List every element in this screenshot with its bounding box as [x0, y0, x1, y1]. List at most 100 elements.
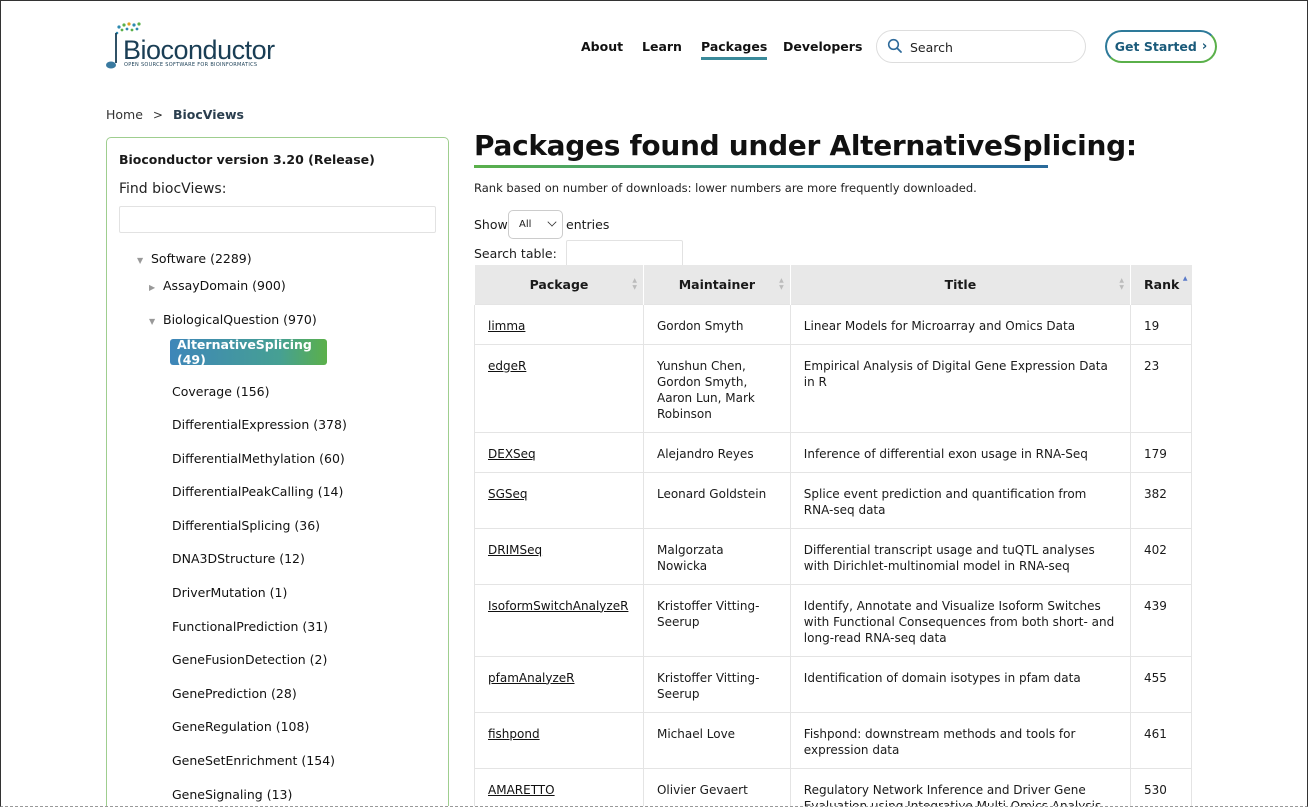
cell-maintainer: Kristoffer Vitting-Seerup — [642, 655, 791, 713]
cell-package: pfamAnalyzeR — [474, 655, 644, 713]
cell-title: Splice event prediction and quantificati… — [789, 471, 1132, 529]
tree-node-functionalprediction[interactable]: FunctionalPrediction (31) — [172, 619, 328, 634]
get-started-label: Get Started — [1114, 39, 1197, 54]
package-link[interactable]: IsoformSwitchAnalyzeR — [488, 599, 628, 613]
tree-node-software[interactable]: ▼ Software (2289) — [137, 251, 252, 266]
package-link[interactable]: pfamAnalyzeR — [488, 671, 575, 685]
package-link[interactable]: fishpond — [488, 727, 540, 741]
cell-package: DEXSeq — [474, 431, 644, 473]
bioconductor-logo[interactable]: Bioconductor OPEN SOURCE SOFTWARE FOR BI… — [105, 21, 275, 71]
search-input[interactable] — [910, 38, 1075, 56]
tree-node-drivermutation[interactable]: DriverMutation (1) — [172, 585, 287, 600]
cell-title: Fishpond: downstream methods and tools f… — [789, 711, 1132, 769]
cell-rank: 461 — [1130, 711, 1192, 769]
packages-table: Package ▲ ▼ Maintainer ▲ ▼ Title ▲ ▼ Rank ▲ lim… — [474, 265, 1192, 806]
breadcrumb-home[interactable]: Home — [106, 107, 143, 122]
package-link[interactable]: DEXSeq — [488, 447, 536, 461]
column-header-rank[interactable]: Rank ▲ — [1130, 265, 1192, 304]
tree-node-generegulation[interactable]: GeneRegulation (108) — [172, 719, 309, 734]
tree-node-alternativesplicing-selected[interactable]: AlternativeSplicing (49) — [170, 337, 327, 367]
nav-packages[interactable]: Packages — [701, 39, 768, 60]
nav-developers[interactable]: Developers — [783, 39, 862, 54]
tree-node-differentialmethylation[interactable]: DifferentialMethylation (60) — [172, 451, 345, 466]
cell-package: limma — [474, 303, 644, 345]
cell-maintainer: Kristoffer Vitting-Seerup — [642, 583, 791, 657]
show-label: Show — [474, 217, 508, 232]
package-link[interactable]: limma — [488, 319, 525, 333]
cell-title: Inference of differential exon usage in … — [789, 431, 1132, 473]
table-row: IsoformSwitchAnalyzeR Kristoffer Vitting-… — [474, 583, 1192, 657]
cell-rank: 19 — [1130, 303, 1192, 345]
tree-node-geneprediction[interactable]: GenePrediction (28) — [172, 686, 297, 701]
tree-node-genesignaling[interactable]: GeneSignaling (13) — [172, 787, 292, 802]
package-link[interactable]: AMARETTO — [488, 783, 555, 797]
cell-title: Linear Models for Microarray and Omics D… — [789, 303, 1132, 345]
cell-package: IsoformSwitchAnalyzeR — [474, 583, 644, 657]
cell-title: Identification of domain isotypes in pfa… — [789, 655, 1132, 713]
cell-title: Empirical Analysis of Digital Gene Expre… — [789, 343, 1132, 433]
cell-package: AMARETTO — [474, 767, 644, 806]
find-biocviews-input[interactable] — [119, 206, 436, 233]
tree-node-label: BiologicalQuestion (970) — [163, 312, 317, 327]
cell-rank: 382 — [1130, 471, 1192, 529]
cell-rank: 23 — [1130, 343, 1192, 433]
cell-maintainer: Leonard Goldstein — [642, 471, 791, 529]
breadcrumb: Home > BiocViews — [106, 107, 244, 122]
cell-package: DRIMSeq — [474, 527, 644, 585]
entries-select[interactable]: All — [508, 210, 563, 239]
cell-maintainer: Michael Love — [642, 711, 791, 769]
cell-package: fishpond — [474, 711, 644, 769]
tree-node-differentialsplicing[interactable]: DifferentialSplicing (36) — [172, 518, 320, 533]
cell-maintainer: Alejandro Reyes — [642, 431, 791, 473]
collapsed-triangle-icon: ▶ — [149, 283, 156, 292]
logo-tagline: OPEN SOURCE SOFTWARE FOR BIOINFORMATICS — [124, 62, 258, 68]
table-row: fishpond Michael Love Fishpond: downstream… — [474, 711, 1192, 769]
find-biocviews-label: Find biocViews: — [119, 181, 227, 197]
page: Bioconductor OPEN SOURCE SOFTWARE FOR BI… — [0, 0, 1308, 807]
tree-node-assaydomain[interactable]: ▶ AssayDomain (900) — [149, 278, 286, 293]
cell-maintainer: Gordon Smyth — [642, 303, 791, 345]
expanded-triangle-icon: ▼ — [137, 256, 144, 265]
bioconductor-version: Bioconductor version 3.20 (Release) — [119, 152, 375, 167]
nav-about[interactable]: About — [581, 39, 623, 54]
cell-package: SGSeq — [474, 471, 644, 529]
sort-icon: ▲ ▼ — [632, 277, 637, 291]
package-link[interactable]: SGSeq — [488, 487, 528, 501]
package-link[interactable]: edgeR — [488, 359, 526, 373]
tree-node-differentialpeakcalling[interactable]: DifferentialPeakCalling (14) — [172, 484, 343, 499]
tree-node-genesetenrichment[interactable]: GeneSetEnrichment (154) — [172, 753, 335, 768]
table-row: AMARETTO Olivier Gevaert Regulatory Networ… — [474, 767, 1192, 806]
tree-node-biologicalquestion[interactable]: ▼ BiologicalQuestion (970) — [149, 312, 317, 327]
table-row: SGSeq Leonard Goldstein Splice event predi… — [474, 471, 1192, 529]
table-row: edgeR Yunshun Chen, Gordon Smyth, Aaron L… — [474, 343, 1192, 433]
tree-node-differentialexpression[interactable]: DifferentialExpression (378) — [172, 417, 347, 432]
entries-label: entries — [566, 217, 610, 232]
table-row: DEXSeq Alejandro Reyes Inference of differ… — [474, 431, 1192, 473]
column-header-title[interactable]: Title ▲ ▼ — [789, 265, 1131, 304]
site-search[interactable] — [876, 30, 1086, 63]
sort-icon: ▲ ▼ — [779, 277, 784, 291]
search-table-input[interactable] — [566, 240, 683, 267]
table-header-row: Package ▲ ▼ Maintainer ▲ ▼ Title ▲ ▼ Rank ▲ — [474, 265, 1192, 304]
breadcrumb-current: BiocViews — [172, 107, 244, 122]
cell-maintainer: Malgorzata Nowicka — [642, 527, 791, 585]
cell-rank: 530 — [1130, 767, 1192, 806]
tree-node-genefusiondetection[interactable]: GeneFusionDetection (2) — [172, 652, 327, 667]
column-header-maintainer[interactable]: Maintainer ▲ ▼ — [642, 265, 791, 304]
sort-ascending-icon: ▲ — [1182, 275, 1188, 282]
cell-title: Regulatory Network Inference and Driver … — [789, 767, 1132, 806]
package-link[interactable]: DRIMSeq — [488, 543, 542, 557]
nav-learn[interactable]: Learn — [642, 39, 682, 54]
column-header-package[interactable]: Package ▲ ▼ — [474, 265, 644, 304]
chevron-right-icon: > — [152, 107, 163, 122]
expanded-triangle-icon: ▼ — [149, 317, 156, 326]
tree-node-coverage[interactable]: Coverage (156) — [172, 384, 269, 399]
search-table-label: Search table: — [474, 246, 557, 261]
rank-note: Rank based on number of downloads: lower… — [474, 181, 977, 195]
tree-node-dna3dstructure[interactable]: DNA3DStructure (12) — [172, 551, 305, 566]
cell-rank: 439 — [1130, 583, 1192, 657]
cell-rank: 179 — [1130, 431, 1192, 473]
cell-title: Identify, Annotate and Visualize Isoform… — [789, 583, 1132, 657]
get-started-button[interactable]: Get Started › — [1105, 30, 1217, 63]
cell-package: edgeR — [474, 343, 644, 433]
